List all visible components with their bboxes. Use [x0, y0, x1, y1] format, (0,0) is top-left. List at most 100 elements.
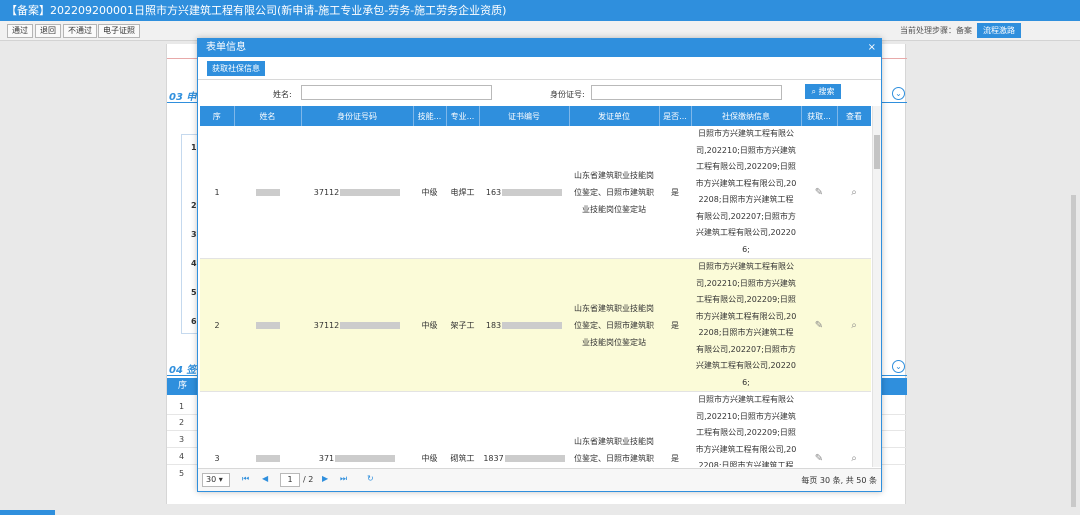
divider	[198, 79, 881, 80]
id-number-cell: 37112	[301, 126, 413, 259]
column-header[interactable]: 社保缴纳信息	[691, 106, 802, 126]
id-number-input[interactable]	[591, 85, 782, 100]
close-icon[interactable]: ×	[868, 39, 876, 57]
search-icon[interactable]: ⌕	[851, 187, 857, 198]
table-header-row: 序 姓名 身份证号码 技能... 专业... 证书编号 发证单位 是否... 社…	[200, 106, 871, 126]
table-scrollbar[interactable]	[872, 106, 881, 467]
taskbar-indicator	[0, 510, 55, 515]
sign-row-number: 4	[179, 452, 185, 461]
fetch-cell: ✎	[801, 391, 837, 467]
row-number: 3	[191, 230, 197, 239]
page-size-select[interactable]: 30 ▾	[202, 473, 230, 487]
view-cell: ⌕	[837, 391, 871, 467]
column-header[interactable]: 是否...	[659, 106, 692, 126]
flag-cell: 是	[659, 126, 691, 259]
skill-level-cell: 中级	[413, 258, 446, 392]
return-button[interactable]: 退回	[35, 24, 61, 38]
name-input[interactable]	[301, 85, 492, 100]
scrollbar-thumb[interactable]	[874, 135, 880, 169]
row-number: 3	[200, 391, 234, 467]
fetch-cell: ✎	[801, 126, 837, 259]
e-license-button[interactable]: 电子证照	[98, 24, 140, 38]
dialog-title: 表单信息	[198, 39, 881, 57]
view-cell: ⌕	[837, 126, 871, 259]
row-number: 4	[191, 259, 197, 268]
redacted-name	[256, 188, 280, 196]
search-button[interactable]: ⌕ 搜索	[805, 84, 841, 99]
id-number-label: 身份证号:	[550, 90, 585, 99]
row-number: 2	[191, 201, 197, 210]
search-icon: ⌕	[811, 87, 819, 96]
reject-button[interactable]: 不通过	[63, 24, 97, 38]
redacted-certificate	[502, 321, 563, 329]
column-header[interactable]: 技能...	[413, 106, 447, 126]
row-number: 1	[191, 143, 197, 152]
id-number-cell: 371	[301, 391, 413, 467]
sign-row-number: 5	[179, 469, 185, 478]
pass-button[interactable]: 通过	[7, 24, 33, 38]
certificate-number-cell: 183	[479, 258, 569, 392]
certificate-number-cell: 1837	[479, 391, 569, 467]
social-security-cell: 日照市方兴建筑工程有限公司,202210;日照市方兴建筑工程有限公司,20220…	[691, 258, 801, 392]
edit-icon[interactable]: ✎	[815, 453, 823, 464]
fetch-social-security-button[interactable]: 获取社保信息	[207, 61, 265, 76]
trade-cell: 砌筑工	[446, 391, 479, 467]
pagination-info: 每页 30 条, 共 50 条	[801, 476, 877, 485]
view-cell: ⌕	[837, 258, 871, 392]
table-row[interactable]: 2 37112 中级 架子工 183 山东省建筑职业技能岗位鉴定、日照市建筑职业…	[200, 258, 871, 392]
name-cell	[234, 258, 301, 392]
table-row[interactable]: 1 37112 中级 电焊工 163 山东省建筑职业技能岗位鉴定、日照市建筑职业…	[200, 126, 871, 259]
redacted-name	[256, 321, 280, 329]
search-button-label: 搜索	[818, 87, 835, 96]
current-step-label: 当前处理步骤：备案	[900, 26, 972, 35]
total-pages: / 2	[303, 475, 314, 484]
column-header[interactable]: 获取...	[801, 106, 838, 126]
collapse-section-03-icon[interactable]: ⌄	[892, 87, 905, 100]
flag-cell: 是	[659, 391, 691, 467]
refresh-icon[interactable]: ↻	[367, 474, 374, 483]
trade-cell: 电焊工	[446, 126, 479, 259]
redacted-id	[340, 321, 401, 329]
first-page-icon[interactable]: ⏮	[242, 474, 249, 484]
name-cell	[234, 126, 301, 259]
last-page-icon[interactable]: ⏭	[340, 474, 347, 484]
column-header[interactable]: 查看	[837, 106, 871, 126]
column-header[interactable]: 发证单位	[569, 106, 660, 126]
issuer-cell: 山东省建筑职业技能岗位鉴定、日照市建筑职业技能岗位鉴定站	[569, 258, 659, 392]
redacted-name	[256, 454, 280, 462]
chevron-down-icon: ▾	[218, 475, 223, 484]
row-number: 2	[200, 258, 234, 392]
collapse-section-04-icon[interactable]: ⌄	[892, 360, 905, 373]
page-scrollbar[interactable]	[1071, 195, 1076, 507]
edit-icon[interactable]: ✎	[815, 187, 823, 198]
flow-button[interactable]: 流程激路	[977, 23, 1021, 38]
table-row[interactable]: 3 371 中级 砌筑工 1837 山东省建筑职业技能岗位鉴定、日照市建筑职业技…	[200, 391, 871, 467]
issuer-cell: 山东省建筑职业技能岗位鉴定、日照市建筑职业技能岗位鉴定站	[569, 391, 659, 467]
column-header[interactable]: 姓名	[234, 106, 302, 126]
redacted-certificate	[504, 454, 565, 462]
search-icon[interactable]: ⌕	[851, 453, 857, 464]
prev-page-icon[interactable]: ◀	[262, 474, 268, 483]
redacted-certificate	[502, 188, 563, 196]
id-number-cell: 37112	[301, 258, 413, 392]
row-number: 5	[191, 288, 197, 297]
column-header[interactable]: 证书编号	[479, 106, 570, 126]
sign-row-number: 2	[179, 418, 185, 427]
column-header[interactable]: 序	[200, 106, 235, 126]
form-info-dialog: 表单信息 × 获取社保信息 姓名: 身份证号: ⌕ 搜索 序 姓名 身份证号码 …	[197, 38, 882, 492]
sign-row-number: 1	[179, 402, 185, 411]
column-header[interactable]: 专业...	[446, 106, 480, 126]
current-page-input[interactable]: 1	[280, 473, 300, 487]
column-header[interactable]: 身份证号码	[301, 106, 414, 126]
row-number: 1	[200, 126, 234, 259]
edit-icon[interactable]: ✎	[815, 320, 823, 331]
issuer-cell: 山东省建筑职业技能岗位鉴定、日照市建筑职业技能岗位鉴定站	[569, 126, 659, 259]
pagination-bar: 30 ▾ ⏮ ◀ 1 / 2 ▶ ⏭ ↻ 每页 30 条, 共 50 条	[198, 468, 881, 491]
row-number: 6	[191, 317, 197, 326]
sign-row-number: 3	[179, 435, 185, 444]
section-03-title: 03 申	[169, 92, 197, 103]
trade-cell: 架子工	[446, 258, 479, 392]
search-icon[interactable]: ⌕	[851, 320, 857, 331]
worker-table: 序 姓名 身份证号码 技能... 专业... 证书编号 发证单位 是否... 社…	[200, 106, 871, 467]
next-page-icon[interactable]: ▶	[322, 474, 328, 483]
